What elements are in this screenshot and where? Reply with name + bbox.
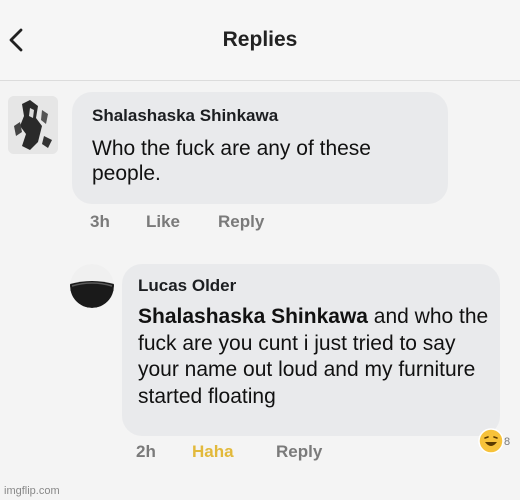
avatar[interactable] — [70, 264, 114, 308]
comment-bubble: Shalashaska Shinkawa Who the fuck are an… — [72, 92, 448, 204]
reaction-count: 8 — [504, 436, 511, 448]
mention-link[interactable]: Shalashaska Shinkawa — [138, 305, 368, 328]
comment-time: 3h — [90, 212, 110, 231]
avatar[interactable] — [8, 96, 58, 154]
comment-time: 2h — [136, 442, 156, 461]
haha-reaction-button[interactable]: Haha — [192, 442, 234, 462]
page-title: Replies — [222, 28, 298, 51]
comment-author[interactable]: Lucas Older — [138, 276, 236, 296]
reply-button[interactable]: Reply — [276, 442, 322, 462]
laughing-emoji-icon[interactable] — [478, 428, 504, 454]
reply-bubble: Lucas Older Shalashaska Shinkawa and who… — [122, 264, 500, 436]
replies-header: Replies — [0, 0, 520, 81]
like-button[interactable]: Like — [146, 212, 180, 232]
comment-text: Shalashaska Shinkawa and who the fuck ar… — [138, 304, 494, 410]
reply-button[interactable]: Reply — [218, 212, 264, 232]
watermark: imgflip.com — [4, 485, 60, 497]
comment-author[interactable]: Shalashaska Shinkawa — [92, 106, 278, 126]
comment-text: Who the fuck are any of these people. — [92, 137, 371, 185]
